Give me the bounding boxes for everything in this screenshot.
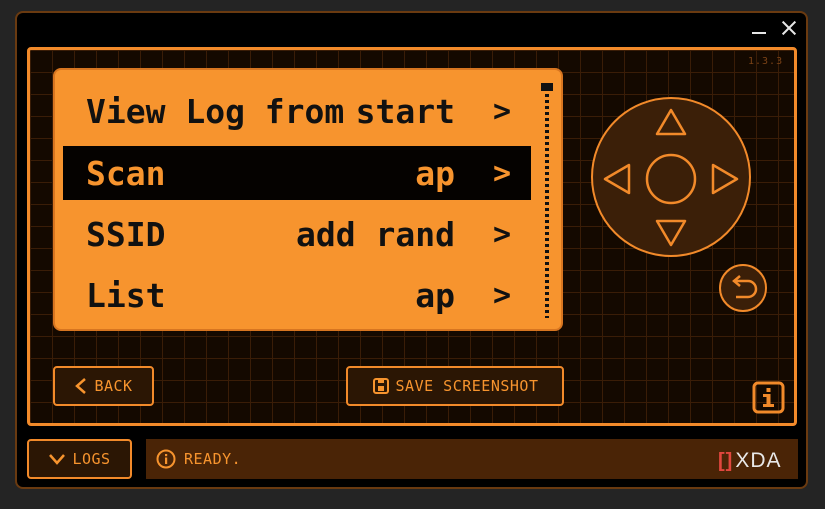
logs-button-label: LOGS: [72, 450, 111, 468]
menu-row-label: View Log from: [86, 91, 345, 131]
info-icon: [752, 381, 785, 414]
back-button-label: BACK: [94, 377, 133, 395]
close-icon[interactable]: [778, 18, 800, 38]
menu-row[interactable]: SSID add rand >: [63, 207, 531, 261]
menu-row[interactable]: View Log from start >: [63, 84, 531, 138]
dpad-left-icon[interactable]: [603, 163, 631, 195]
menu-row-value: ap: [415, 153, 455, 193]
chevron-down-icon: [49, 454, 66, 465]
dpad: [591, 97, 751, 257]
info-circle-icon: [156, 449, 176, 469]
scrollbar-thumb[interactable]: [541, 83, 553, 91]
xda-watermark: [] XDA: [718, 449, 782, 473]
xda-logo-text: XDA: [735, 449, 782, 472]
chevron-right-icon: >: [492, 155, 511, 191]
dpad-center-button[interactable]: [645, 153, 697, 205]
device-screen: View Log from start > Scan ap > SSID add…: [53, 68, 563, 331]
save-screenshot-label: SAVE SCREENSHOT: [395, 377, 539, 395]
menu-row-value: add rand: [296, 214, 455, 254]
back-button[interactable]: BACK: [53, 366, 154, 406]
menu-row-label: Scan: [86, 153, 166, 193]
xda-bracket-icon: []: [718, 449, 734, 472]
menu-row[interactable]: List ap >: [63, 268, 531, 322]
return-button[interactable]: [719, 264, 767, 312]
save-screenshot-button[interactable]: SAVE SCREENSHOT: [346, 366, 564, 406]
chevron-right-icon: >: [492, 277, 511, 313]
dpad-right-icon[interactable]: [711, 163, 739, 195]
minimize-icon[interactable]: [748, 18, 770, 38]
version-label: 1.3.3: [748, 56, 784, 67]
info-button[interactable]: [752, 381, 785, 414]
menu-row-label: List: [86, 275, 166, 315]
menu-row-label: SSID: [86, 214, 166, 254]
menu-row-selected[interactable]: Scan ap >: [63, 146, 531, 200]
status-text: READY.: [184, 450, 242, 468]
scrollbar-track[interactable]: [545, 88, 549, 318]
menu-row-value: start: [355, 91, 455, 131]
chevron-right-icon: >: [492, 216, 511, 252]
return-icon: [732, 275, 758, 299]
status-bar: READY.: [146, 439, 798, 479]
dpad-down-icon[interactable]: [655, 219, 687, 247]
logs-button[interactable]: LOGS: [27, 439, 132, 479]
save-icon: [372, 378, 389, 394]
chevron-left-icon: [75, 378, 87, 394]
menu-row-value: ap: [415, 275, 455, 315]
chevron-right-icon: >: [492, 93, 511, 129]
dpad-up-icon[interactable]: [655, 108, 687, 136]
